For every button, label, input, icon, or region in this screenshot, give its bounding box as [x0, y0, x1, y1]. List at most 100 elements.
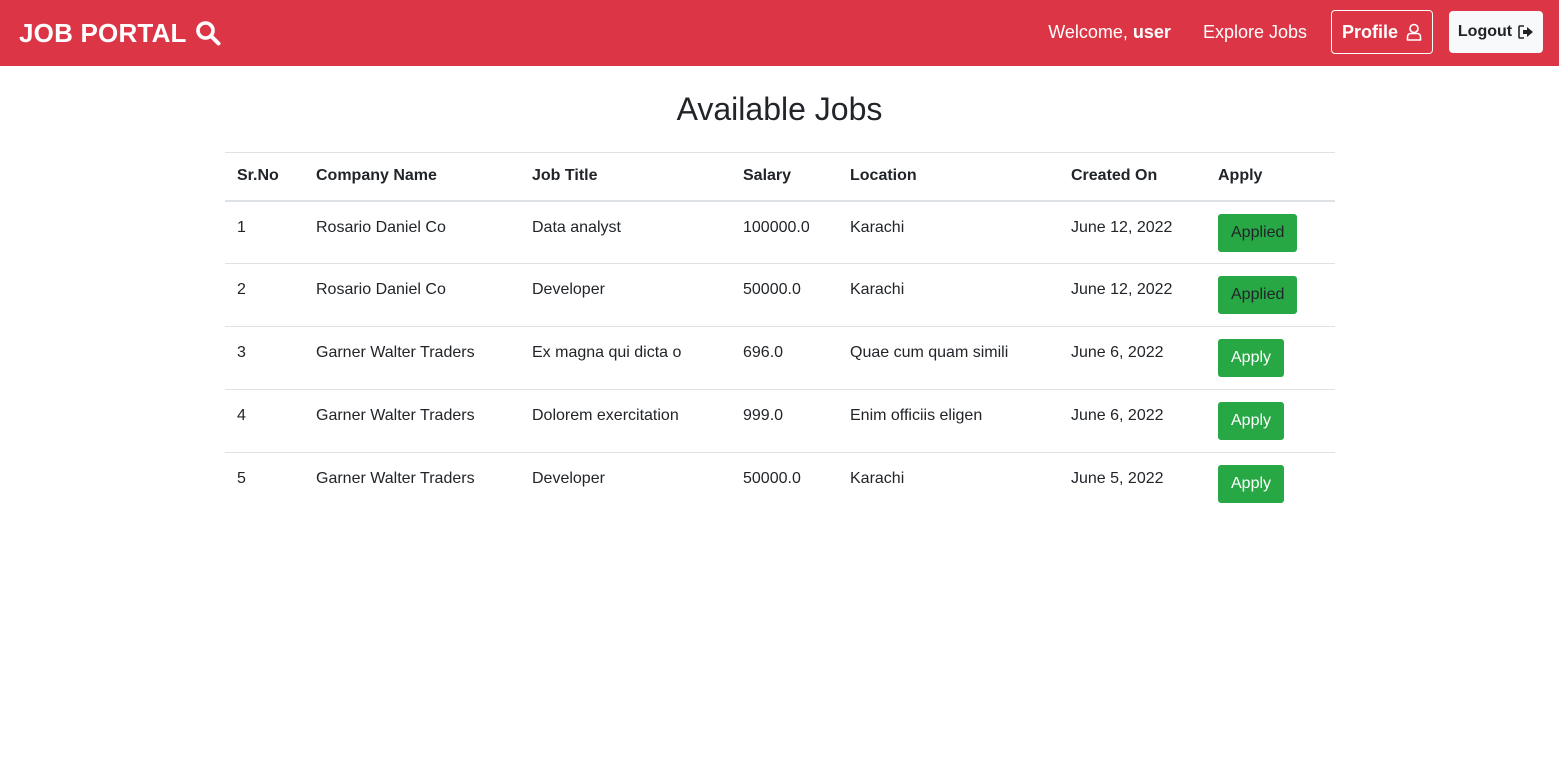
- cell-apply: Apply: [1206, 452, 1335, 516]
- navbar: JOB PORTAL Welcome, user Explore Jobs Pr…: [0, 0, 1559, 66]
- cell-apply: Applied: [1206, 200, 1335, 264]
- cell-created: June 5, 2022: [1059, 452, 1206, 516]
- cell-title: Ex magna qui dicta o: [520, 326, 731, 390]
- cell-salary: 696.0: [731, 326, 838, 390]
- apply-button[interactable]: Apply: [1218, 402, 1285, 440]
- location-text: Karachi: [850, 281, 905, 298]
- table-row: 5 Garner Walter Traders Developer 50000.…: [225, 452, 1335, 516]
- cell-srno: 4: [225, 389, 304, 453]
- location-text: Karachi: [850, 218, 905, 236]
- apply-button[interactable]: Apply: [1218, 339, 1285, 377]
- cell-location: Quae cum quam simili: [838, 326, 1059, 390]
- header-company-name: Company Name: [304, 152, 520, 202]
- salary-text: 696.0: [743, 344, 784, 361]
- profile-label: Profile: [1341, 21, 1398, 42]
- table-row: 3 Garner Walter Traders Ex magna qui dic…: [225, 326, 1335, 390]
- title-text: Dolorem exercitation: [532, 407, 679, 424]
- cell-salary: 50000.0: [731, 452, 838, 516]
- header-salary: Salary: [731, 152, 838, 202]
- logout-button[interactable]: Logout: [1449, 11, 1543, 53]
- nav-right: Welcome, user Explore Jobs Profile Logou…: [1048, 10, 1543, 54]
- srno-text: 5: [237, 470, 246, 487]
- title-text: Developer: [532, 281, 605, 298]
- table-row: 4 Garner Walter Traders Dolorem exercita…: [225, 389, 1335, 453]
- cell-created: June 12, 2022: [1059, 263, 1206, 327]
- cell-title: Developer: [520, 263, 731, 327]
- title-text: Data analyst: [532, 218, 621, 236]
- company-text: Garner Walter Traders: [316, 407, 475, 424]
- cell-salary: 999.0: [731, 389, 838, 453]
- table-row: 2 Rosario Daniel Co Developer 50000.0 Ka…: [225, 263, 1335, 327]
- cell-salary: 50000.0: [731, 263, 838, 327]
- header-created-on: Created On: [1059, 152, 1206, 202]
- cell-location: Karachi: [838, 263, 1059, 327]
- welcome-prefix: Welcome,: [1048, 21, 1133, 42]
- srno-text: 1: [237, 218, 246, 236]
- srno-text: 4: [237, 407, 246, 424]
- cell-company: Garner Walter Traders: [304, 452, 520, 516]
- username: user: [1132, 21, 1171, 42]
- cell-apply: Apply: [1206, 326, 1335, 390]
- logout-label: Logout: [1457, 23, 1513, 40]
- cell-title: Data analyst: [520, 200, 731, 264]
- profile-button[interactable]: Profile: [1331, 10, 1433, 54]
- jobs-table: Sr.No Company Name Job Title Salary Loca…: [225, 152, 1335, 516]
- salary-text: 100000.0: [743, 218, 810, 236]
- created-text: June 5, 2022: [1071, 470, 1164, 487]
- header-apply: Apply: [1206, 152, 1335, 202]
- brand-text: JOB PORTAL: [19, 17, 187, 48]
- cell-company: Garner Walter Traders: [304, 389, 520, 453]
- cell-salary: 100000.0: [731, 200, 838, 264]
- cell-title: Dolorem exercitation: [520, 389, 731, 453]
- table-row: 1 Rosario Daniel Co Data analyst 100000.…: [225, 200, 1335, 264]
- header-job-title: Job Title: [520, 152, 731, 202]
- header-location: Location: [838, 152, 1059, 202]
- created-text: June 6, 2022: [1071, 344, 1164, 361]
- cell-apply: Applied: [1206, 263, 1335, 327]
- created-text: June 12, 2022: [1071, 281, 1173, 298]
- location-text: Karachi: [850, 470, 905, 487]
- cell-company: Rosario Daniel Co: [304, 263, 520, 327]
- srno-text: 2: [237, 281, 246, 298]
- search-icon: [195, 20, 221, 46]
- created-text: June 12, 2022: [1071, 218, 1173, 236]
- srno-text: 3: [237, 344, 246, 361]
- company-text: Rosario Daniel Co: [316, 218, 446, 236]
- title-text: Ex magna qui dicta o: [532, 344, 682, 361]
- company-text: Garner Walter Traders: [316, 344, 475, 361]
- company-text: Garner Walter Traders: [316, 470, 475, 487]
- salary-text: 50000.0: [743, 281, 801, 298]
- cell-location: Karachi: [838, 452, 1059, 516]
- header-srno: Sr.No: [225, 152, 304, 202]
- cell-company: Garner Walter Traders: [304, 326, 520, 390]
- page-title: Available Jobs: [676, 91, 883, 127]
- salary-text: 50000.0: [743, 470, 801, 487]
- cell-apply: Apply: [1206, 389, 1335, 453]
- brand-link[interactable]: JOB PORTAL: [19, 13, 221, 53]
- created-text: June 6, 2022: [1071, 407, 1164, 424]
- cell-company: Rosario Daniel Co: [304, 200, 520, 264]
- table-header-row: Sr.No Company Name Job Title Salary Loca…: [225, 152, 1335, 202]
- cell-created: June 12, 2022: [1059, 200, 1206, 264]
- applied-button[interactable]: Applied: [1218, 276, 1298, 314]
- sign-out-icon: [1518, 25, 1534, 39]
- location-text: Enim officiis eligen: [850, 407, 983, 424]
- title-text: Developer: [532, 470, 605, 487]
- location-text: Quae cum quam simili: [850, 344, 1009, 361]
- cell-created: June 6, 2022: [1059, 389, 1206, 453]
- cell-srno: 2: [225, 263, 304, 327]
- cell-title: Developer: [520, 452, 731, 516]
- cell-srno: 5: [225, 452, 304, 516]
- welcome-text: Welcome, user: [1048, 22, 1171, 43]
- cell-location: Karachi: [838, 200, 1059, 264]
- cell-srno: 3: [225, 326, 304, 390]
- cell-srno: 1: [225, 200, 304, 264]
- applied-button[interactable]: Applied: [1218, 213, 1298, 252]
- cell-location: Enim officiis eligen: [838, 389, 1059, 453]
- salary-text: 999.0: [743, 407, 784, 424]
- explore-jobs-link[interactable]: Explore Jobs: [1203, 22, 1307, 43]
- company-text: Rosario Daniel Co: [316, 281, 446, 298]
- user-icon: [1406, 23, 1422, 41]
- apply-button[interactable]: Apply: [1218, 465, 1285, 503]
- cell-created: June 6, 2022: [1059, 326, 1206, 390]
